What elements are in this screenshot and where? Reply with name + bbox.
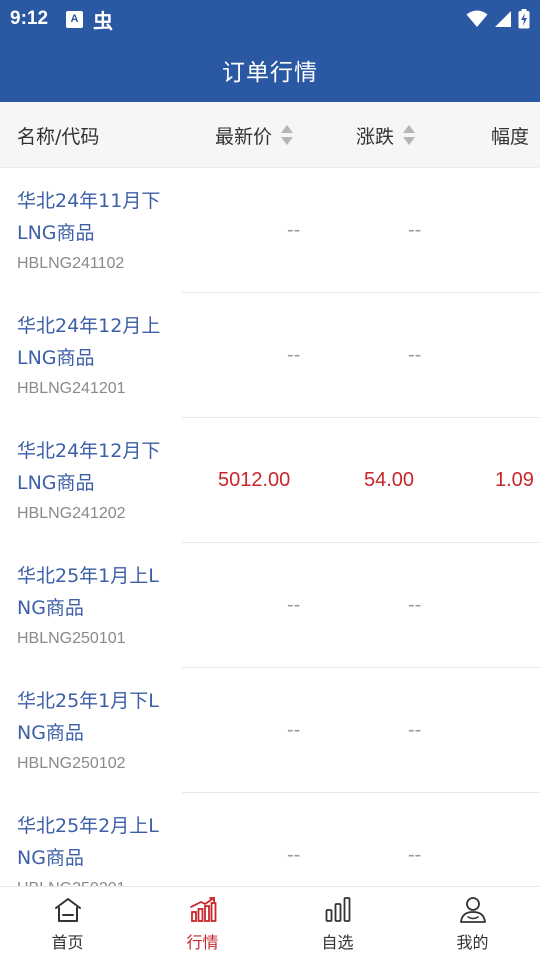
row-values: -- -- — [182, 168, 540, 293]
sort-icon — [403, 125, 416, 145]
name-cell: 华北25年1月上L NG商品 HBLNG250101 — [0, 543, 182, 668]
row-values: -- -- — [182, 293, 540, 418]
change-value: -- — [408, 219, 422, 241]
nav-item-profile[interactable]: 我的 — [405, 887, 540, 960]
column-header: 名称/代码 最新价 涨跌 幅度 — [0, 102, 540, 168]
product-name-line1: 华北25年2月上L — [17, 815, 159, 837]
product-code: HBLNG241201 — [17, 380, 126, 397]
change-value: -- — [408, 594, 422, 616]
product-name-line1: 华北24年12月上 — [17, 315, 161, 337]
row-values: -- -- — [182, 793, 540, 886]
nav-item-market[interactable]: 行情 — [135, 887, 270, 960]
product-name-line2: LNG商品 — [17, 347, 95, 369]
home-icon — [54, 898, 81, 922]
nav-label: 首页 — [51, 933, 84, 952]
watchlist-bars-icon — [325, 897, 350, 922]
latest-price-value: 5012.00 — [218, 469, 291, 491]
name-cell: 华北24年12月下 LNG商品 HBLNG241202 — [0, 418, 182, 543]
wifi-icon — [466, 10, 488, 27]
table-row[interactable]: 华北25年2月上L NG商品 HBLNG250201 -- -- — [0, 793, 540, 886]
table-row[interactable]: 华北24年12月上 LNG商品 HBLNG241201 -- -- — [0, 293, 540, 418]
product-name-line2: NG商品 — [17, 722, 84, 744]
sort-icon — [281, 125, 294, 145]
column-change[interactable]: 涨跌 — [356, 102, 416, 168]
product-code: HBLNG250102 — [17, 755, 126, 772]
range-value: 1.09 — [495, 469, 534, 491]
row-values: -- -- — [182, 668, 540, 793]
column-name: 名称/代码 — [17, 102, 99, 168]
row-values: -- -- — [182, 543, 540, 668]
product-name-line2: NG商品 — [17, 847, 84, 869]
product-name-line2: LNG商品 — [17, 472, 95, 494]
nav-label: 我的 — [456, 933, 489, 952]
product-code: HBLNG241202 — [17, 505, 126, 522]
name-cell: 华北24年12月上 LNG商品 HBLNG241201 — [0, 293, 182, 418]
bottom-nav: 首页 行情 自选 我的 — [0, 886, 540, 960]
product-name-line1: 华北24年12月下 — [17, 440, 161, 462]
table-row[interactable]: 华北24年12月下 LNG商品 HBLNG241202 5012.00 54.0… — [0, 418, 540, 543]
name-cell: 华北25年2月上L NG商品 HBLNG250201 — [0, 793, 182, 886]
latest-price-value: -- — [287, 344, 301, 366]
table-row[interactable]: 华北24年11月下 LNG商品 HBLNG241102 -- -- — [0, 168, 540, 293]
quote-list[interactable]: 华北24年11月下 LNG商品 HBLNG241102 -- -- 华北24年1… — [0, 168, 540, 886]
bug-icon: 虫 — [93, 8, 114, 33]
change-value: -- — [408, 844, 422, 866]
latest-price-value: -- — [287, 719, 301, 741]
column-change-label: 涨跌 — [356, 125, 395, 148]
name-cell: 华北24年11月下 LNG商品 HBLNG241102 — [0, 168, 182, 293]
change-value: -- — [408, 719, 422, 741]
product-code: HBLNG241102 — [17, 255, 125, 272]
name-cell: 华北25年1月下L NG商品 HBLNG250102 — [0, 668, 182, 793]
column-latest-label: 最新价 — [215, 125, 273, 148]
latest-price-value: -- — [287, 594, 301, 616]
table-row[interactable]: 华北25年1月上L NG商品 HBLNG250101 -- -- — [0, 543, 540, 668]
title-bar: 订单行情 — [0, 38, 540, 102]
nav-item-watchlist[interactable]: 自选 — [270, 887, 405, 960]
signal-icon — [495, 11, 511, 27]
column-range-label: 幅度 — [491, 125, 530, 148]
change-value: 54.00 — [364, 469, 415, 491]
page-title: 订单行情 — [222, 60, 318, 86]
table-row[interactable]: 华北25年1月下L NG商品 HBLNG250102 -- -- — [0, 668, 540, 793]
status-time: 9:12 — [10, 8, 49, 29]
latest-price-value: -- — [287, 219, 301, 241]
market-chart-icon — [189, 897, 216, 922]
nav-item-home[interactable]: 首页 — [0, 887, 135, 960]
product-name-line1: 华北25年1月上L — [17, 565, 159, 587]
row-values: 5012.00 54.00 1.09 — [182, 418, 540, 543]
product-code: HBLNG250201 — [17, 876, 182, 886]
product-name-line1: 华北24年11月下 — [17, 190, 161, 212]
profile-icon — [459, 897, 486, 923]
product-name-line2: LNG商品 — [17, 222, 95, 244]
column-name-label: 名称/代码 — [17, 125, 100, 148]
product-name-line1: 华北25年1月下L — [17, 690, 159, 712]
change-value: -- — [408, 344, 422, 366]
product-code: HBLNG250101 — [17, 630, 126, 647]
nav-label: 自选 — [321, 933, 354, 952]
nav-label: 行情 — [186, 933, 219, 952]
latest-price-value: -- — [287, 844, 301, 866]
status-left-icons: A 虫 — [66, 5, 113, 34]
column-range[interactable]: 幅度 — [491, 102, 529, 168]
status-right-icons — [466, 9, 530, 29]
product-name-line2: NG商品 — [17, 597, 84, 619]
a-notification-icon: A — [66, 10, 84, 28]
column-latest-price[interactable]: 最新价 — [215, 102, 294, 168]
battery-charging-icon — [518, 9, 530, 29]
status-bar: 9:12 A 虫 — [0, 0, 540, 38]
